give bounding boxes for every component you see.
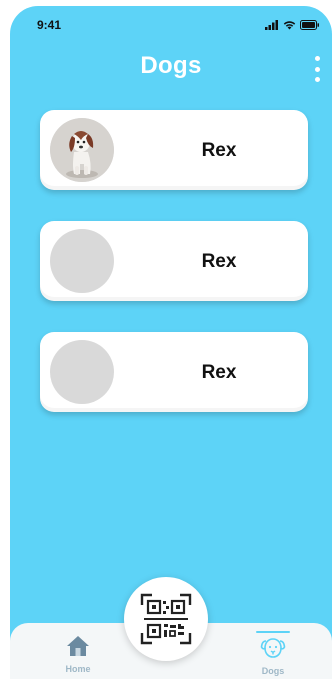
status-bar: 9:41 [10, 6, 332, 42]
qr-code-icon [140, 593, 192, 645]
dog-card[interactable]: Rex [40, 110, 308, 190]
page-title: Dogs [140, 52, 202, 79]
dog-icon [260, 638, 286, 658]
dog-name: Rex [201, 140, 237, 161]
dog-name: Rex [201, 251, 237, 272]
dog-avatar-placeholder [50, 229, 114, 293]
scan-qr-button[interactable] [124, 577, 208, 661]
tab-dogs[interactable]: Dogs [243, 635, 303, 676]
dog-card[interactable]: Rex [40, 332, 308, 412]
tab-home[interactable]: Home [48, 635, 108, 674]
status-icons [265, 19, 320, 31]
status-time: 9:41 [37, 18, 62, 32]
dog-avatar-placeholder [50, 340, 114, 404]
active-tab-indicator [256, 631, 290, 633]
dog-photo-icon [50, 118, 114, 182]
battery-icon [300, 20, 319, 30]
more-dot [314, 77, 320, 82]
more-options-button[interactable] [312, 56, 322, 82]
dog-name: Rex [201, 362, 237, 383]
tab-dogs-label: Dogs [261, 666, 285, 676]
more-dot [314, 66, 320, 72]
tab-home-label: Home [65, 664, 91, 674]
dog-avatar [50, 118, 114, 182]
wifi-icon [283, 21, 296, 30]
dog-card[interactable]: Rex [40, 221, 308, 301]
more-vertical-icon [314, 56, 320, 61]
signal-icon [265, 20, 278, 30]
home-icon [67, 636, 89, 656]
